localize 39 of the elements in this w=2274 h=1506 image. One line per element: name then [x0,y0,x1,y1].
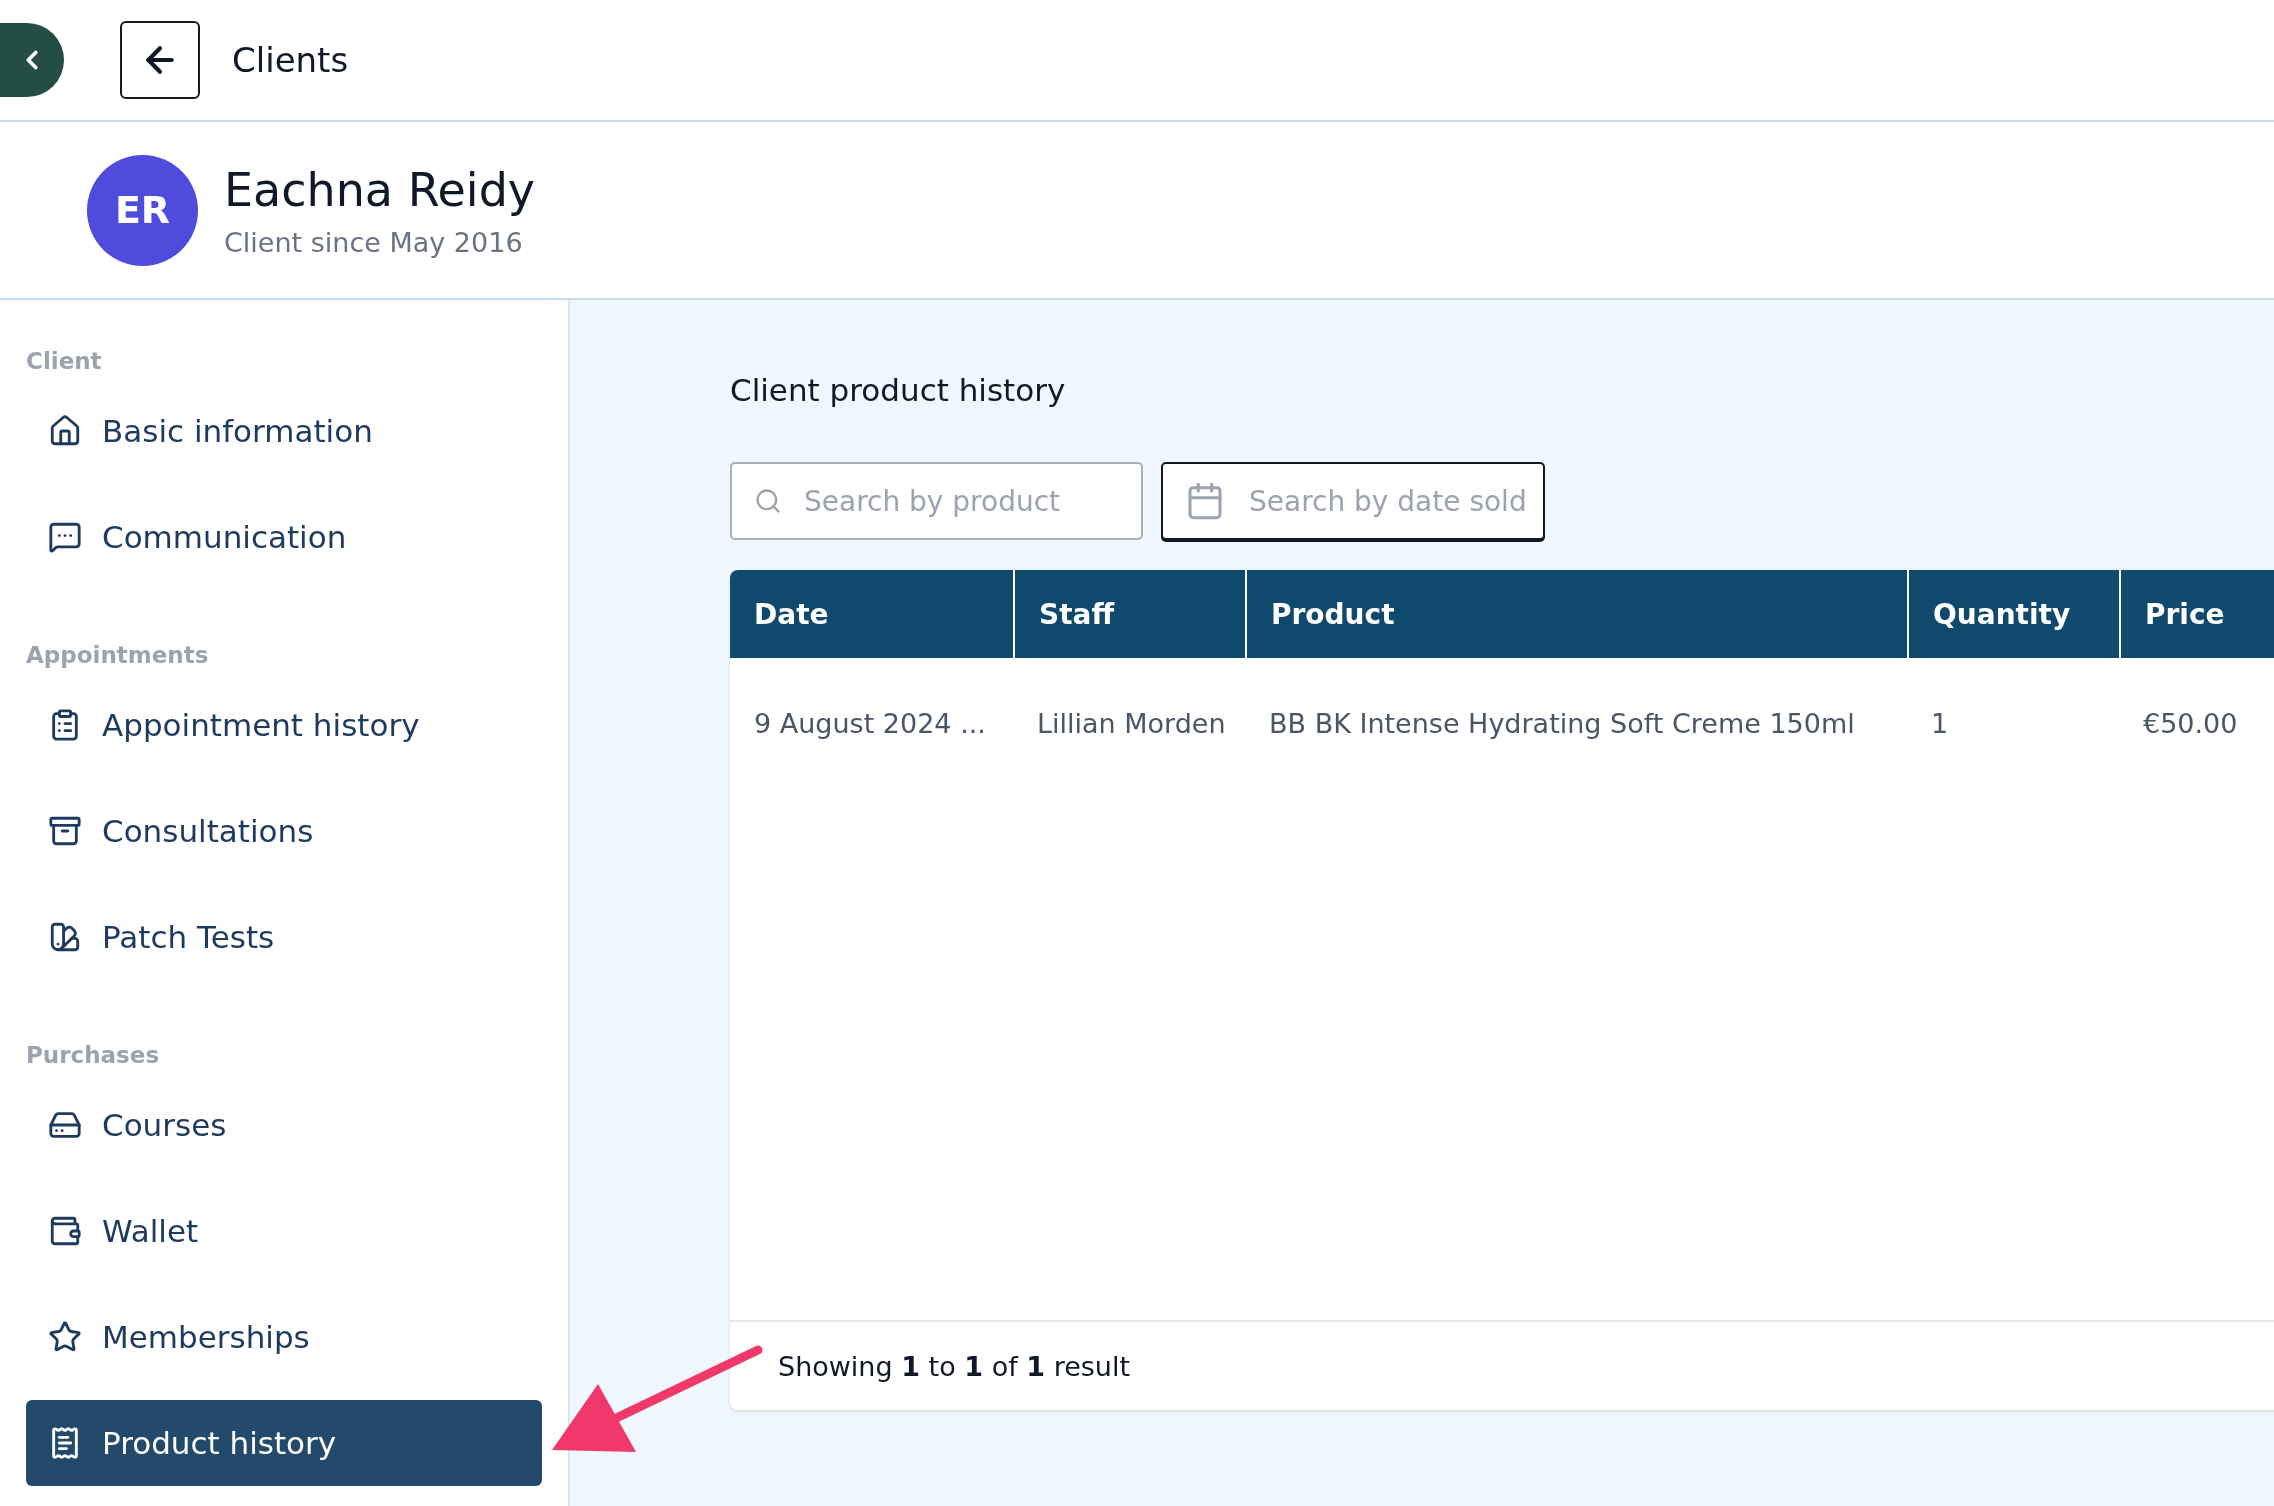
column-header[interactable]: Price [2119,570,2274,658]
client-name: Eachna Reidy [224,162,536,217]
column-header[interactable]: Staff [1013,570,1245,658]
back-button[interactable] [120,21,200,99]
client-since: Client since May 2016 [224,226,524,258]
search-icon [754,487,782,515]
table-cell-text: 9 August 2024 ... [753,707,987,739]
section-title: Client product history [730,372,1067,408]
section-label: Client [26,348,103,374]
avatar: ER [87,154,198,266]
page-title: Clients [232,40,349,80]
table-cell-text: €50.00 [2142,707,2239,739]
sidebar-item[interactable]: Patch Tests [26,894,542,980]
sidebar-item[interactable]: Wallet [26,1188,542,1274]
results-summary: Showing 1 to 1 of 1 result [778,1350,1131,1382]
wallet-icon [48,1214,82,1248]
column-header[interactable]: Product [1245,570,1907,658]
swatch-icon [48,920,82,954]
column-header[interactable]: Date [730,570,1013,658]
house-icon [48,414,82,448]
sidebar-item[interactable]: Basic information [26,388,542,474]
tray-icon [48,814,82,848]
table-cell-text: Lillian Morden [1036,707,1227,739]
sidebar-item[interactable]: Memberships [26,1294,542,1380]
section-label: Appointments [26,642,210,668]
sidebar-item[interactable]: Communication [26,494,542,580]
sidebar-item[interactable]: Consultations [26,788,542,874]
sidebar-item[interactable]: Product history [26,1400,542,1486]
star-icon [48,1320,82,1354]
section-label: Purchases [26,1042,161,1068]
table-cell-text: 1 [1930,707,1950,739]
table-cell-text: BB BK Intense Hydrating Soft Creme 150ml [1268,707,1856,739]
sidebar-item[interactable]: Appointment history [26,682,542,768]
column-header[interactable]: Quantity [1907,570,2119,658]
sidebar-item[interactable]: Courses [26,1082,542,1168]
speech-bubble-icon [48,520,82,554]
collapse-button[interactable] [0,23,64,97]
date-field[interactable]: Search by date sold [1161,462,1545,540]
search-field[interactable]: Search by product [730,462,1143,540]
